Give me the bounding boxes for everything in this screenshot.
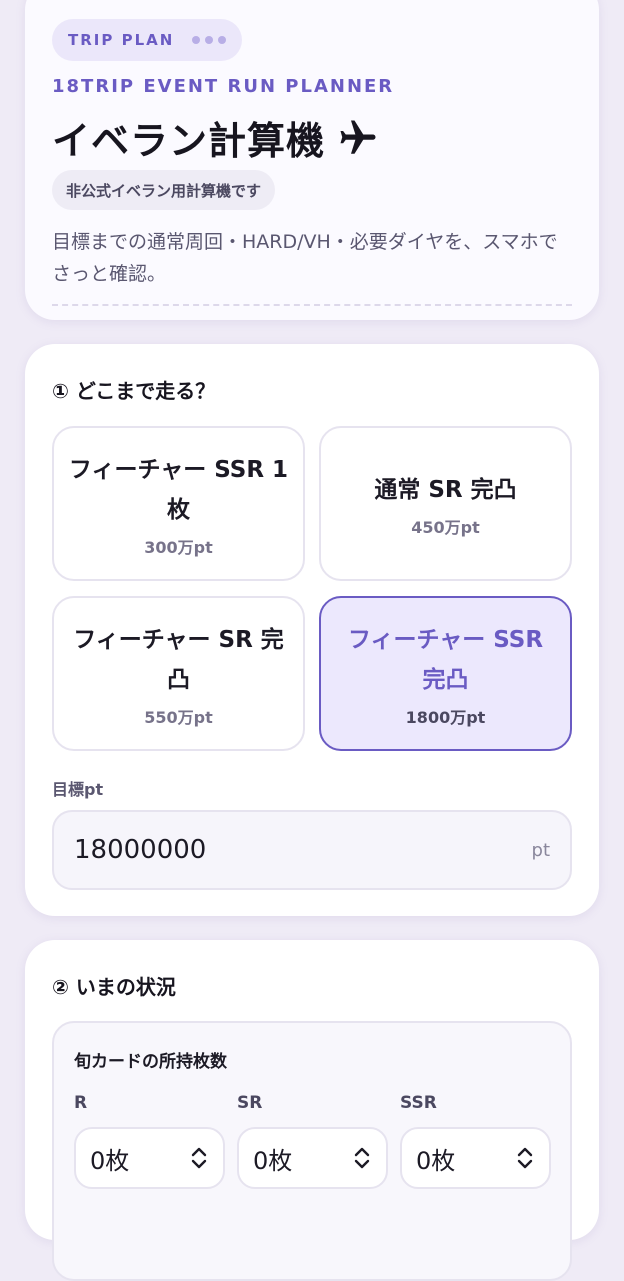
status-section: ② いまの状況 旬カードの所持枚数 R 0枚 SR 0枚 SSR 0枚 <box>25 940 599 1281</box>
goal-option-featured-ssr-max[interactable]: フィーチャー SSR 完凸 1800万pt <box>319 596 572 751</box>
chevron-up-down-icon <box>191 1147 207 1169</box>
title-row: イベラン計算機 <box>52 110 379 165</box>
target-pt-value: 18000000 <box>74 835 207 865</box>
goal-option-featured-sr-max[interactable]: フィーチャー SR 完凸 550万pt <box>52 596 305 751</box>
ssr-count-select[interactable]: 0枚 <box>400 1127 551 1189</box>
goal-option-name: フィーチャー SSR 1枚 <box>68 456 289 523</box>
goal-option-points: 1800万pt <box>405 707 486 727</box>
goal-option-name: フィーチャー SR 完凸 <box>73 626 284 693</box>
trip-plan-tag: TRIP PLAN <box>52 19 242 61</box>
ssr-count-value: 0枚 <box>416 1146 456 1175</box>
chevron-up-down-icon <box>517 1147 533 1169</box>
trip-plan-tag-label: TRIP PLAN <box>68 31 175 49</box>
app-description: 目標までの通常周回・HARD/VH・必要ダイヤを、スマホでさっと確認。 <box>52 231 558 285</box>
status-section-title: ② いまの状況 <box>52 975 176 999</box>
goal-section-title: ① どこまで走る？ <box>52 379 216 403</box>
goal-option-name: フィーチャー SSR 完凸 <box>347 626 544 693</box>
r-count-select[interactable]: 0枚 <box>74 1127 225 1189</box>
chevron-up-down-icon <box>354 1147 370 1169</box>
target-pt-input[interactable]: 18000000 pt <box>52 810 572 890</box>
goal-section: ① どこまで走る？ フィーチャー SSR 1枚 300万pt 通常 SR 完凸 … <box>25 344 599 916</box>
ssr-count-label: SSR <box>400 1093 437 1113</box>
goal-option-featured-ssr-1[interactable]: フィーチャー SSR 1枚 300万pt <box>52 426 305 581</box>
target-pt-label: 目標pt <box>52 780 104 799</box>
goal-option-points: 300万pt <box>144 537 213 557</box>
dots-icon <box>192 36 227 44</box>
header-card: TRIP PLAN 18TRIP EVENT RUN PLANNER イベラン計… <box>25 0 599 320</box>
r-count-value: 0枚 <box>90 1146 130 1175</box>
app-subtitle: 18TRIP EVENT RUN PLANNER <box>52 76 395 97</box>
sr-count-select[interactable]: 0枚 <box>237 1127 388 1189</box>
goal-option-points: 450万pt <box>411 517 480 537</box>
sr-count-label: SR <box>237 1093 263 1113</box>
target-pt-unit: pt <box>531 839 550 861</box>
airplane-icon <box>340 120 376 154</box>
page-title: イベラン計算機 <box>52 119 326 163</box>
goal-option-name: 通常 SR 完凸 <box>374 476 517 503</box>
sr-count-value: 0枚 <box>253 1146 293 1175</box>
card-count-title: 旬カードの所持枚数 <box>74 1052 227 1072</box>
goal-option-points: 550万pt <box>144 707 213 727</box>
card-count-panel: 旬カードの所持枚数 R 0枚 SR 0枚 SSR 0枚 <box>52 1021 572 1281</box>
unofficial-note-badge: 非公式イベラン用計算機です <box>52 170 276 210</box>
r-count-label: R <box>74 1093 88 1113</box>
divider <box>52 304 572 306</box>
goal-option-normal-sr-max[interactable]: 通常 SR 完凸 450万pt <box>319 426 572 581</box>
